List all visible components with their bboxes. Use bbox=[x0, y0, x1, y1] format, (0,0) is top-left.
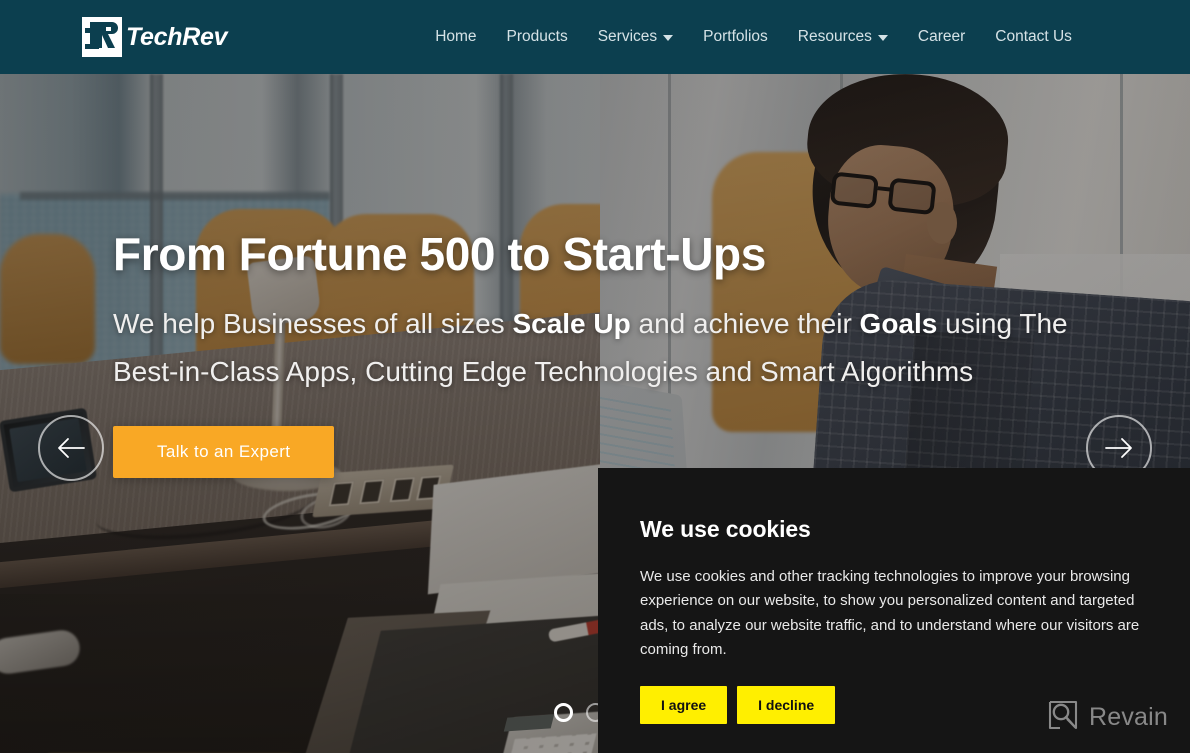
techrev-monogram-icon bbox=[82, 17, 122, 57]
nav-item-career[interactable]: Career bbox=[903, 28, 980, 46]
hero-title: From Fortune 500 to Start-Ups bbox=[113, 228, 766, 280]
nav-item-contact-us[interactable]: Contact Us bbox=[980, 28, 1087, 46]
nav-label: Portfolios bbox=[703, 28, 768, 45]
revain-logo-icon bbox=[1048, 700, 1078, 735]
nav-label: Contact Us bbox=[995, 28, 1072, 45]
chevron-down-icon bbox=[663, 35, 674, 41]
revain-watermark: Revain bbox=[1048, 700, 1168, 735]
talk-to-expert-button[interactable]: Talk to an Expert bbox=[113, 426, 335, 479]
brand-name: TechRev bbox=[126, 22, 228, 51]
hero-subtitle-bold1: Scale Up bbox=[512, 307, 631, 339]
main-navigation: Home Products Services Portfolios Resour… bbox=[420, 28, 1087, 46]
nav-label: Products bbox=[506, 28, 568, 45]
hero-subtitle: We help Businesses of all sizes Scale Up… bbox=[113, 300, 1088, 397]
cookie-decline-button[interactable]: I decline bbox=[737, 686, 836, 725]
hero-subtitle-part2: and achieve their bbox=[630, 307, 860, 339]
hero-content: From Fortune 500 to Start-Ups We help Bu… bbox=[113, 228, 1103, 479]
hero-subtitle-bold2: Goals bbox=[859, 307, 938, 339]
arrow-left-icon bbox=[58, 438, 85, 458]
arrow-right-icon bbox=[1105, 438, 1132, 458]
chevron-down-icon bbox=[877, 35, 888, 41]
nav-item-services[interactable]: Services bbox=[583, 28, 688, 46]
revain-watermark-label: Revain bbox=[1088, 703, 1168, 731]
hero-subtitle-part1: We help Businesses of all sizes bbox=[113, 307, 513, 339]
nav-item-resources[interactable]: Resources bbox=[783, 28, 903, 46]
cookie-banner-text: We use cookies and other tracking techno… bbox=[640, 568, 1140, 658]
nav-item-home[interactable]: Home bbox=[420, 28, 491, 46]
nav-label: Services bbox=[597, 28, 658, 45]
nav-label: Home bbox=[435, 28, 477, 45]
nav-label: Resources bbox=[797, 28, 872, 45]
carousel-dot-1[interactable] bbox=[553, 703, 573, 722]
cookie-banner-title: We use cookies bbox=[640, 516, 811, 542]
nav-item-products[interactable]: Products bbox=[492, 28, 583, 46]
site-header: TechRev Home Products Services Portfolio… bbox=[0, 0, 1190, 74]
carousel-prev-button[interactable] bbox=[38, 415, 104, 481]
cookie-accept-button[interactable]: I agree bbox=[640, 686, 728, 725]
nav-label: Career bbox=[917, 28, 966, 45]
nav-item-portfolios[interactable]: Portfolios bbox=[688, 28, 783, 46]
brand-logo-link[interactable]: TechRev bbox=[82, 17, 227, 57]
